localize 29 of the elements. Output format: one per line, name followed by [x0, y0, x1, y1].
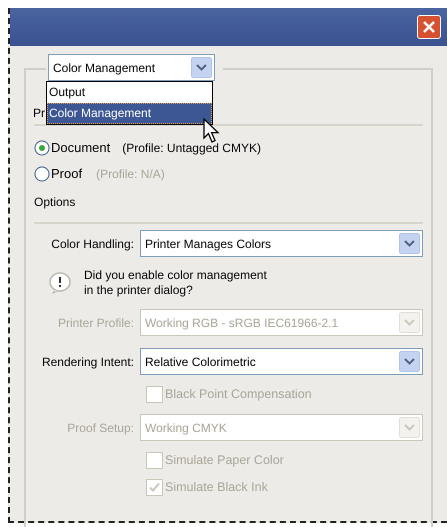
- chevron-icon: [399, 312, 420, 333]
- radio-button[interactable]: [34, 166, 50, 182]
- checkbox-label: Simulate Paper Color: [165, 452, 284, 470]
- checkbox-label: Black Point Compensation: [165, 386, 312, 404]
- profile-text: (Profile: Untagged CMYK): [122, 140, 261, 157]
- chevron-icon: [399, 233, 420, 254]
- options-label: Options: [34, 194, 76, 211]
- checkbox-label: Simulate Black Ink: [165, 479, 268, 496]
- close-button[interactable]: [417, 15, 441, 39]
- dropdown-field[interactable]: Color Management: [48, 54, 215, 81]
- field-label: Color Handling:: [50, 236, 135, 252]
- menu-item[interactable]: Color Management: [47, 103, 212, 124]
- menu-item[interactable]: Output: [47, 82, 212, 103]
- field-label: Rendering Intent:: [40, 354, 135, 370]
- profile-text: (Profile: N/A): [96, 166, 165, 183]
- section-label: Pr: [33, 106, 45, 120]
- dropdown-field[interactable]: Printer Manages Colors: [140, 230, 423, 257]
- dropdown-field[interactable]: Relative Colorimetric: [140, 348, 423, 375]
- field-label: Printer Profile:: [56, 314, 135, 332]
- radio-label: Document: [51, 139, 110, 158]
- chevron-icon: [191, 57, 212, 78]
- radio-button[interactable]: [34, 140, 50, 156]
- warning-text: Did you enable color management in the printer dialog?: [84, 268, 267, 298]
- warning-icon: [48, 272, 72, 294]
- radio-label: Proof: [51, 165, 82, 184]
- chevron-icon: [399, 351, 420, 372]
- close-icon: [422, 20, 436, 34]
- field-label: Proof Setup:: [66, 420, 135, 436]
- chevron-icon: [399, 417, 420, 438]
